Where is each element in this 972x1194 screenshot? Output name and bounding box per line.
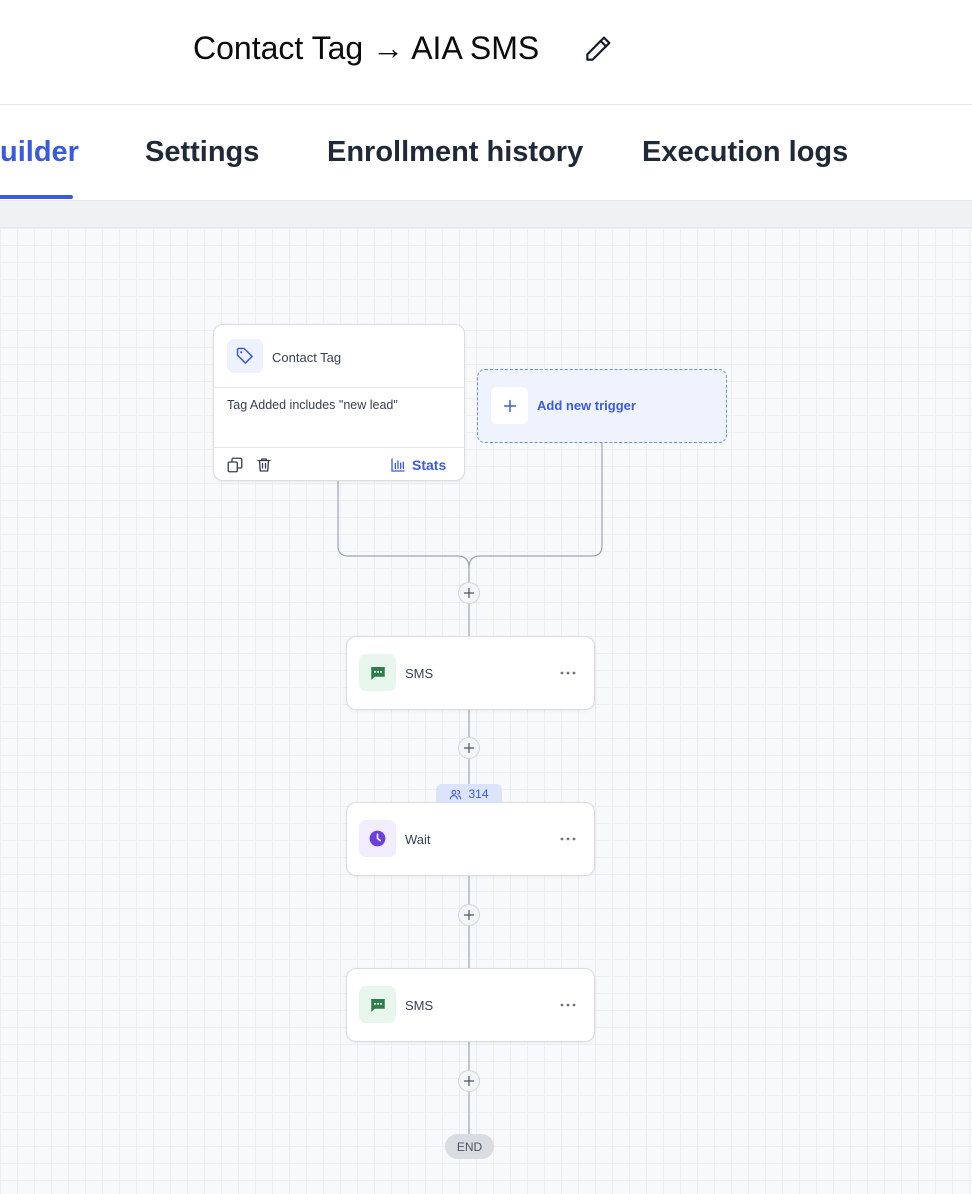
action-label: Wait xyxy=(405,832,431,847)
tab-execution-logs[interactable]: Execution logs xyxy=(642,105,848,200)
edit-title-button[interactable] xyxy=(580,31,616,67)
action-card-sms[interactable]: SMS xyxy=(346,968,595,1042)
canvas-toolbar-strip xyxy=(0,201,972,228)
workflow-header: Contact Tag → AIA SMS xyxy=(0,0,972,105)
plus-icon xyxy=(463,909,475,921)
trigger-title: Contact Tag xyxy=(272,350,342,365)
more-options-icon[interactable] xyxy=(557,829,579,849)
clock-icon xyxy=(359,820,396,857)
plus-icon xyxy=(463,742,475,754)
users-icon xyxy=(450,789,462,799)
enrollment-count: 314 xyxy=(468,787,489,801)
enrollment-count-badge[interactable]: 314 xyxy=(436,784,502,804)
add-step-button[interactable] xyxy=(458,582,480,604)
tab-builder[interactable]: uilder xyxy=(0,105,79,200)
more-options-icon[interactable] xyxy=(557,663,579,683)
tab-settings[interactable]: Settings xyxy=(145,105,259,200)
add-step-button[interactable] xyxy=(458,904,480,926)
active-tab-indicator xyxy=(0,195,73,199)
bar-chart-icon xyxy=(391,458,405,472)
stats-label: Stats xyxy=(412,457,447,473)
plus-icon xyxy=(491,387,528,424)
add-step-button[interactable] xyxy=(458,1070,480,1092)
stats-button[interactable]: Stats xyxy=(390,454,446,476)
action-card-sms[interactable]: SMS xyxy=(346,636,595,710)
plus-icon xyxy=(463,587,475,599)
tag-icon xyxy=(227,339,263,373)
trigger-card-header: Contact Tag xyxy=(214,325,464,388)
more-options-icon[interactable] xyxy=(557,995,579,1015)
trigger-card[interactable]: Contact Tag Tag Added includes "new lead… xyxy=(213,324,465,481)
action-label: SMS xyxy=(405,998,434,1013)
add-new-trigger-button[interactable]: Add new trigger xyxy=(477,369,727,443)
tab-bar: uilder Settings Enrollment history Execu… xyxy=(0,105,972,201)
sms-icon xyxy=(359,986,396,1023)
pencil-icon xyxy=(586,36,611,61)
plus-icon xyxy=(463,1075,475,1087)
copy-icon[interactable] xyxy=(226,456,244,474)
add-step-button[interactable] xyxy=(458,737,480,759)
tab-enrollment-history[interactable]: Enrollment history xyxy=(327,105,583,200)
trigger-description: Tag Added includes "new lead" xyxy=(227,398,398,412)
action-card-wait[interactable]: Wait xyxy=(346,802,595,876)
sms-icon xyxy=(359,654,396,691)
trash-icon[interactable] xyxy=(255,456,273,474)
action-label: SMS xyxy=(405,666,434,681)
end-marker: END xyxy=(445,1134,494,1159)
add-new-trigger-label: Add new trigger xyxy=(537,398,636,413)
workflow-title: Contact Tag → AIA SMS xyxy=(193,30,540,66)
trigger-card-footer: Stats xyxy=(214,447,464,481)
